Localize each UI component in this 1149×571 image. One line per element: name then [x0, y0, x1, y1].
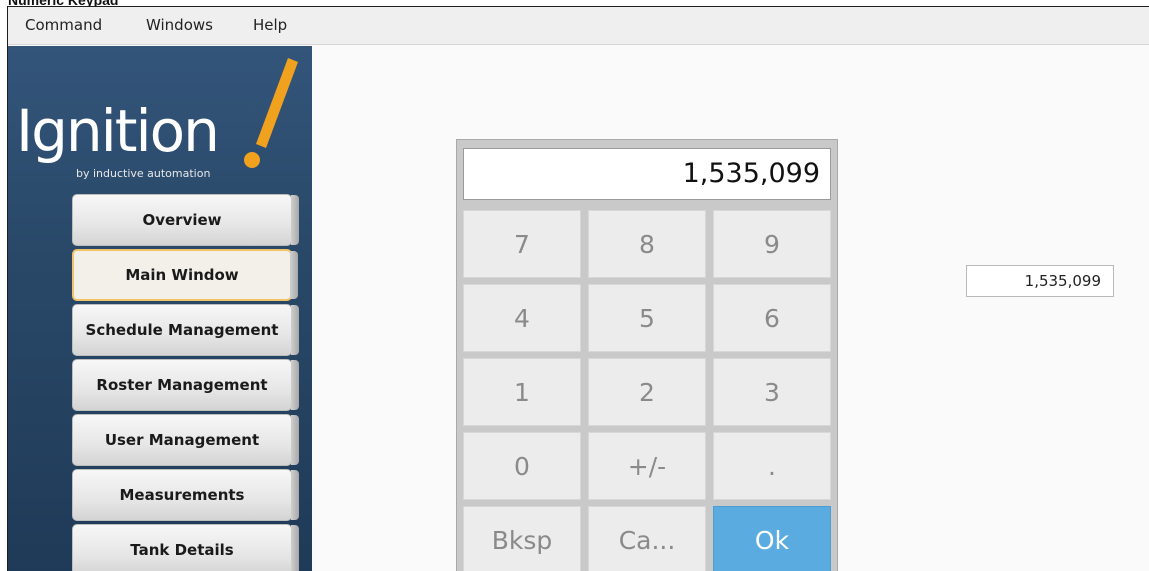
ignition-logo-text: Ignition [16, 97, 220, 165]
key-7[interactable]: 7 [463, 210, 581, 278]
key-4[interactable]: 4 [463, 284, 581, 352]
key-9[interactable]: 9 [713, 210, 831, 278]
key-3[interactable]: 3 [713, 358, 831, 426]
logo-subtitle: by inductive automation [76, 167, 211, 180]
menu-command[interactable]: Command [25, 16, 102, 34]
key-0[interactable]: 0 [463, 432, 581, 500]
menu-windows[interactable]: Windows [146, 16, 213, 34]
key-1[interactable]: 1 [463, 358, 581, 426]
client-window: Command Windows Help Ignition by inducti… [7, 6, 1149, 571]
key-6[interactable]: 6 [713, 284, 831, 352]
cancel-button[interactable]: Ca... [588, 506, 706, 571]
key-decimal[interactable]: . [713, 432, 831, 500]
nav-schedule-management-button[interactable]: Schedule Management [72, 304, 299, 356]
menu-bar: Command Windows Help [8, 7, 1149, 45]
exclamation-logo-icon [244, 58, 298, 168]
keypad-display[interactable]: 1,535,099 [463, 148, 831, 200]
nav-roster-management-button[interactable]: Roster Management [72, 359, 299, 411]
nav-tank-details-button[interactable]: Tank Details [72, 524, 299, 571]
navigation-sidebar: Ignition by inductive automation Overvie… [8, 46, 312, 571]
nav-main-window-button[interactable]: Main Window [72, 249, 298, 301]
nav-user-management-button[interactable]: User Management [72, 414, 299, 466]
key-plus-minus[interactable]: +/- [588, 432, 706, 500]
nav-measurements-button[interactable]: Measurements [72, 469, 299, 521]
ok-button[interactable]: Ok [713, 506, 831, 571]
menu-help[interactable]: Help [253, 16, 287, 34]
nav-overview-button[interactable]: Overview [72, 194, 299, 246]
backspace-button[interactable]: Bksp [463, 506, 581, 571]
numeric-keypad-popup: 1,535,099 7 8 9 4 5 6 1 2 3 0 +/- . Bksp… [456, 139, 838, 571]
key-2[interactable]: 2 [588, 358, 706, 426]
key-5[interactable]: 5 [588, 284, 706, 352]
numeric-text-field[interactable]: 1,535,099 [966, 265, 1114, 297]
key-8[interactable]: 8 [588, 210, 706, 278]
